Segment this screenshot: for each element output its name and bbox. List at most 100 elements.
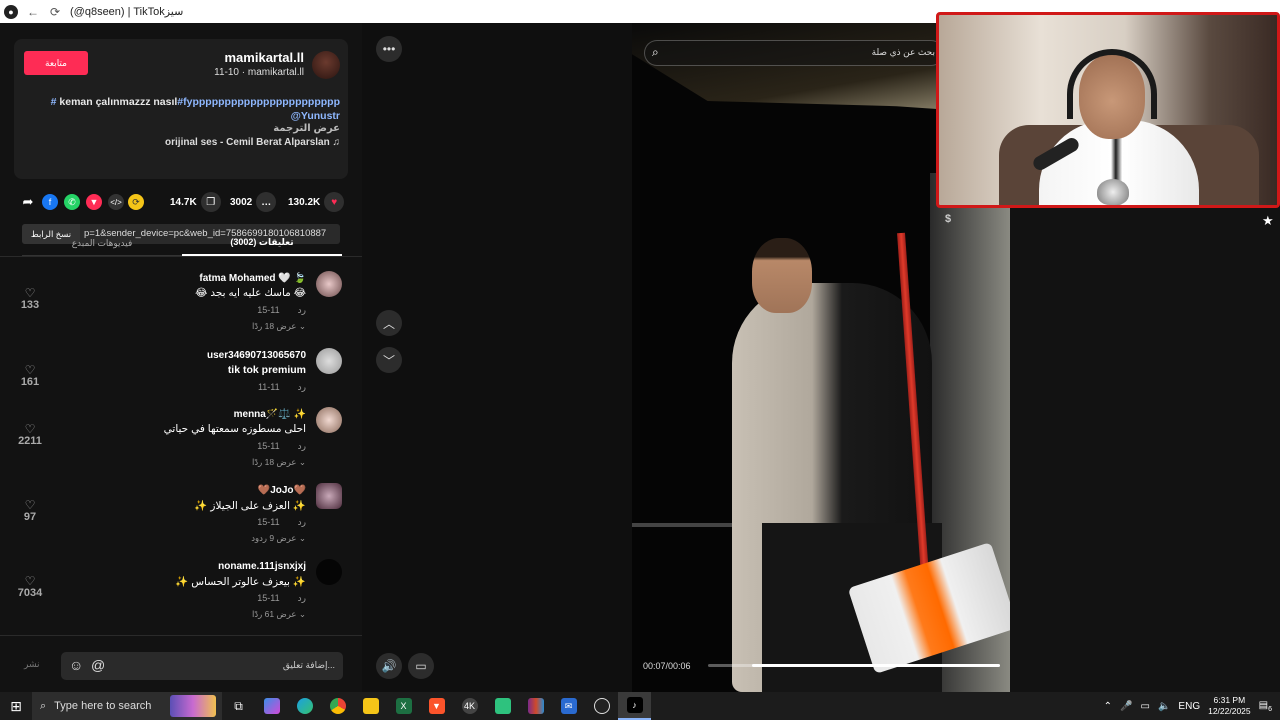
emoji-icon[interactable]: ☺ [69, 657, 83, 673]
reply-link[interactable]: رد [298, 593, 306, 603]
chevron-down-icon[interactable]: ﹀ [376, 347, 402, 373]
app-green-icon[interactable] [486, 692, 519, 720]
reply-link[interactable]: رد [298, 517, 306, 527]
music-link[interactable]: orijinal ses - Cemil Berat Alparslan ♫ [165, 137, 340, 148]
comment-username[interactable]: menna🪄⚖️ ✨ [234, 409, 306, 420]
comment-like[interactable]: ♡ 2211 [14, 423, 46, 447]
heart-icon[interactable]: ♡ [14, 499, 46, 511]
view-replies-link[interactable]: عرض 18 ردًا ⌄ [252, 457, 306, 468]
caption-mention[interactable]: @Yunustr [291, 110, 340, 122]
windows-start-icon[interactable]: ⊞ [0, 692, 32, 720]
excel-icon[interactable]: X [387, 692, 420, 720]
comment-like[interactable]: ♡ 7034 [14, 575, 46, 599]
avatar[interactable] [316, 483, 342, 509]
search-icon[interactable]: ⌕ [652, 45, 659, 60]
mail-icon[interactable]: ✉ [552, 692, 585, 720]
reply-link[interactable]: رد [298, 305, 306, 315]
copilot-icon[interactable] [255, 692, 288, 720]
taskbar-search-placeholder: Type here to search [54, 700, 152, 712]
share-arrow-icon[interactable]: ➦ [20, 194, 36, 210]
view-replies-label: عرض 61 ردًا [252, 609, 297, 619]
caption-hashtag[interactable]: #fyppppppppppppppppppppppp [177, 96, 340, 108]
network-icon[interactable]: ▭ [1141, 701, 1150, 712]
heart-icon[interactable]: ♥ [324, 192, 345, 212]
saves-stat[interactable]: 14.7K ❐ [170, 191, 221, 213]
edge-icon[interactable] [288, 692, 321, 720]
volume-icon[interactable]: 🔈 [1158, 701, 1170, 712]
comment-like[interactable]: ♡ 97 [14, 499, 46, 523]
clock-date: 12/22/2025 [1208, 706, 1251, 716]
reply-link[interactable]: رد [298, 382, 306, 392]
comment-username[interactable]: noname.111jsnxjxj [218, 561, 306, 572]
chevron-up-icon[interactable]: ︿ [376, 310, 402, 336]
send-icon[interactable]: ▼ [86, 194, 102, 210]
comment-date: 11-15 [257, 441, 280, 451]
taskbar-search[interactable]: ⌕ Type here to search [32, 692, 222, 720]
video-search-input[interactable]: ⌕ بحث عن ذي صلة [644, 40, 944, 66]
avatar[interactable] [316, 559, 342, 585]
follow-button[interactable]: متابعة [24, 51, 88, 75]
pip-icon[interactable]: ▭ [408, 653, 434, 679]
view-replies-link[interactable]: عرض 18 ردًا ⌄ [252, 321, 306, 332]
comment-date: 11-15 [257, 305, 280, 315]
comment-username[interactable]: user34690713065670 [207, 350, 306, 361]
author-name[interactable]: mamikartal.ll [225, 50, 305, 65]
search-placeholder: بحث عن ذي صلة [871, 47, 935, 57]
dollar-badge: $ [945, 213, 952, 225]
reply-link[interactable]: رد [298, 441, 306, 451]
bookmark-icon[interactable]: ❐ [200, 192, 221, 212]
heart-icon[interactable]: ♡ [14, 287, 46, 299]
language-indicator[interactable]: ENG [1178, 701, 1200, 712]
comment-like[interactable]: ♡ 161 [14, 364, 46, 388]
star-icon[interactable]: ★ [1262, 213, 1274, 229]
heart-icon[interactable]: ♡ [14, 423, 46, 435]
avatar[interactable] [316, 348, 342, 374]
view-replies-link[interactable]: عرض 9 ردود ⌄ [251, 533, 306, 544]
chevron-up-icon[interactable]: ⌃ [1104, 701, 1112, 712]
obs-icon[interactable] [585, 692, 618, 720]
repost-icon[interactable]: ⟳ [128, 194, 144, 210]
comment-input[interactable]: ☺ @ إضافة تعليق... [61, 652, 343, 680]
avatar[interactable] [316, 407, 342, 433]
refresh-icon[interactable]: ⟳ [48, 5, 62, 19]
tiktok-icon[interactable]: ♪ [618, 692, 651, 720]
caption-tag2[interactable]: # [51, 96, 57, 108]
file-explorer-icon[interactable] [354, 692, 387, 720]
embed-icon[interactable]: </> [108, 194, 124, 210]
comment-username[interactable]: 🤎JoJo🤎 [258, 485, 306, 496]
post-button[interactable]: نشر [24, 659, 40, 670]
tab-creator-videos[interactable]: فيديوهات المبدع [22, 231, 182, 256]
comment-icon[interactable]: … [256, 192, 277, 212]
comment-username[interactable]: fatma Mohamed 🤍 🍃 [199, 273, 306, 284]
mention-icon[interactable]: @ [91, 657, 105, 673]
tab-comments[interactable]: (3002) تعليقات [182, 231, 342, 256]
whatsapp-icon[interactable]: ✆ [64, 194, 80, 210]
more-options-icon[interactable]: ••• [376, 36, 402, 62]
see-translation-link[interactable]: عرض الترجمة [273, 123, 340, 134]
heart-icon[interactable]: ♡ [14, 575, 46, 587]
clock[interactable]: 6:31 PM 12/22/2025 [1208, 695, 1251, 717]
comments-stat[interactable]: 3002 … [230, 191, 277, 213]
facebook-icon[interactable]: f [42, 194, 58, 210]
notifications-icon[interactable]: ▤6 [1259, 700, 1272, 713]
winrar-icon[interactable] [519, 692, 552, 720]
microphone-icon[interactable]: 🎤 [1120, 701, 1132, 712]
task-view-icon[interactable]: ⧉ [222, 692, 255, 720]
brave-icon[interactable]: ▼ [420, 692, 453, 720]
windows-taskbar: ⊞ ⌕ Type here to search ⧉ X ▼ 4K ✉ ♪ ⌃ 🎤… [0, 692, 1280, 720]
avatar[interactable] [316, 271, 342, 297]
back-icon[interactable]: ← [26, 5, 40, 19]
author-avatar[interactable] [312, 51, 340, 79]
likes-stat[interactable]: 130.2K ♥ [288, 191, 345, 213]
likes-count: 130.2K [288, 196, 321, 208]
heart-icon[interactable]: ♡ [14, 364, 46, 376]
comment-meta: رد 11-15 [243, 441, 306, 452]
chrome-icon[interactable] [321, 692, 354, 720]
comment-like[interactable]: ♡ 133 [14, 287, 46, 311]
comment-like-count: 2211 [18, 435, 42, 447]
volume-icon[interactable]: 🔊 [376, 653, 402, 679]
video-progress-bar[interactable] [708, 664, 1000, 667]
view-replies-link[interactable]: عرض 61 ردًا ⌄ [252, 609, 306, 620]
4k-downloader-icon[interactable]: 4K [453, 692, 486, 720]
search-highlight-image [170, 695, 216, 717]
